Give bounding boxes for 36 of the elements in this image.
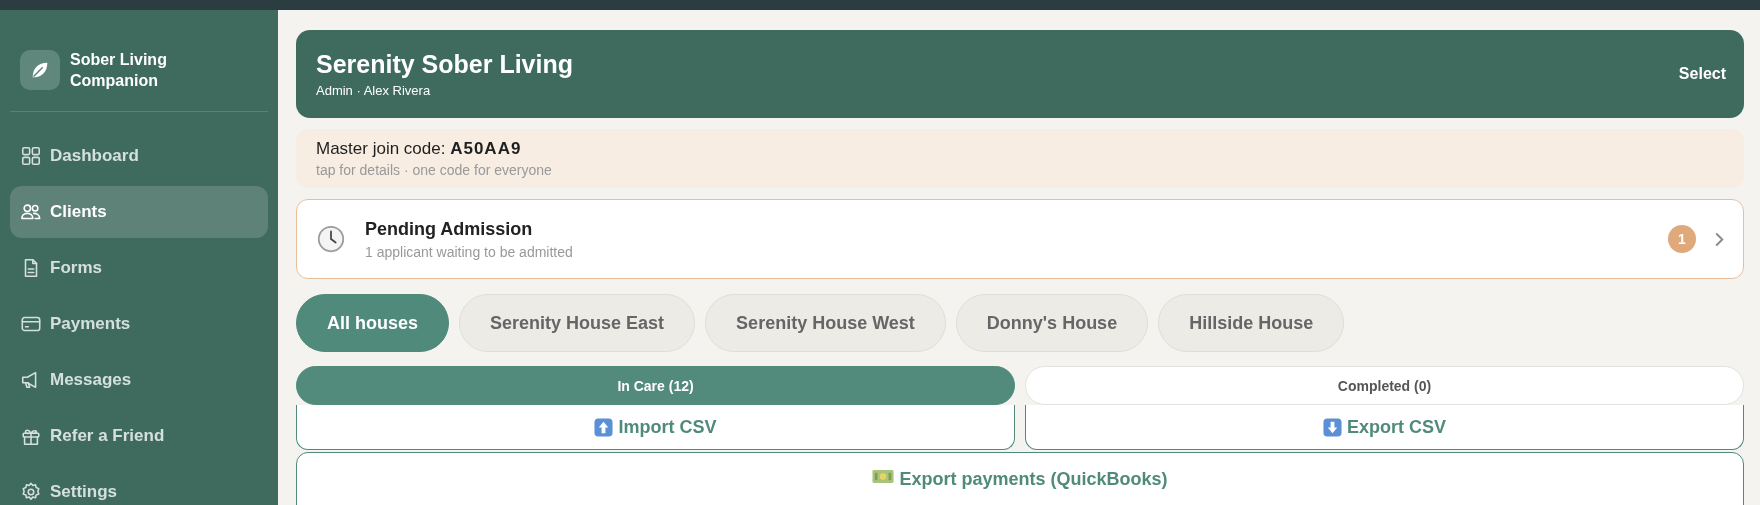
clock-icon <box>317 225 345 253</box>
pending-subtitle: 1 applicant waiting to be admitted <box>365 243 574 260</box>
sidebar-item[interactable]: Clients <box>10 186 268 238</box>
sidebar-item[interactable]: Forms <box>10 242 268 294</box>
app-name: Sober Living Companion <box>70 50 168 91</box>
banknote-icon <box>872 469 895 484</box>
sidebar-item[interactable]: Messages <box>10 354 268 406</box>
arrow-up-icon <box>594 417 614 437</box>
house-filter-chip[interactable]: Serenity House West <box>705 294 946 352</box>
house-filter-chip[interactable]: Hillside House <box>1158 294 1345 352</box>
house-filter-chip[interactable]: Serenity House East <box>459 294 696 352</box>
status-tab[interactable]: In Care (12) <box>296 366 1015 405</box>
arrow-down-icon <box>1323 417 1342 437</box>
leaf-logo-icon <box>20 50 60 90</box>
select-button[interactable]: Select <box>1678 61 1726 87</box>
count-badge: 1 <box>1668 225 1696 253</box>
house-filter-chip[interactable]: Donny's House <box>955 294 1149 352</box>
export-payments-button[interactable]: Export payments (QuickBooks) <box>296 452 1744 505</box>
export-button[interactable]: Export CSV <box>1025 405 1744 450</box>
chevron-right-icon <box>1714 231 1725 247</box>
join-code-text: Master join code: A50AA9 <box>316 139 523 159</box>
sidebar-item[interactable]: Refer a Friend <box>10 410 268 462</box>
pending-admission-card[interactable]: Pending Admission 1 applicant waiting to be admitted 1 <box>296 199 1744 279</box>
grid-icon <box>20 145 42 167</box>
join-code-hint: tap for details · one code for everyone <box>316 162 553 178</box>
house-filter-chip[interactable]: All houses <box>296 294 450 352</box>
sidebar-item[interactable]: Payments <box>10 298 268 350</box>
sidebar-item[interactable]: Settings <box>10 466 268 505</box>
join-code-card[interactable]: Master join code: A50AA9 tap for details · one code for everyone <box>296 129 1744 188</box>
status-tab[interactable]: Completed (0) <box>1025 366 1744 405</box>
pending-title: Pending Admission <box>365 218 534 240</box>
import-button[interactable]: Import CSV <box>296 405 1015 450</box>
user-role: Admin · Alex Rivera <box>316 83 432 98</box>
sidebar-item[interactable]: Dashboard <box>10 130 268 182</box>
settings-icon <box>20 481 42 503</box>
organization-title: Serenity Sober Living <box>316 50 573 79</box>
